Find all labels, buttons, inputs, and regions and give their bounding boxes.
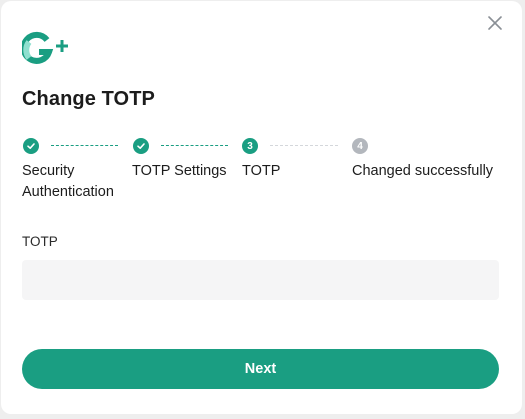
next-button[interactable]: Next xyxy=(22,349,499,389)
step-1-label: Security Authentication xyxy=(22,163,114,200)
step-1-check-icon xyxy=(23,138,39,154)
totp-field-label: TOTP xyxy=(22,234,58,249)
step-2-label: TOTP Settings xyxy=(132,163,227,179)
step-connector-2 xyxy=(161,145,228,146)
change-totp-dialog: Change TOTP 3 4 Security Authentication … xyxy=(1,1,522,414)
dialog-title: Change TOTP xyxy=(22,88,155,110)
step-3-number: 3 xyxy=(242,138,258,154)
step-4-label: Changed successfully xyxy=(352,163,494,179)
close-icon xyxy=(488,16,502,30)
step-connector-1 xyxy=(51,145,118,146)
step-3-label: TOTP xyxy=(242,163,281,179)
step-connector-3 xyxy=(270,145,338,146)
step-4-number: 4 xyxy=(352,138,368,154)
close-button[interactable] xyxy=(485,13,505,33)
totp-input[interactable] xyxy=(22,260,499,300)
step-2-check-icon xyxy=(133,138,149,154)
g-plus-logo xyxy=(22,31,72,67)
